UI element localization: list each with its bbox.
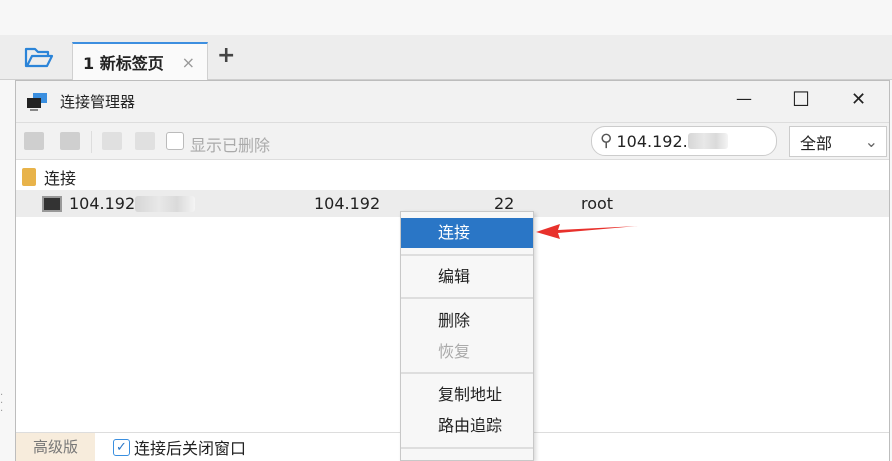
filter-value: 全部 — [800, 133, 833, 153]
tab-new[interactable]: 1 新标签页 × — [72, 42, 208, 80]
menu-item-traceroute[interactable]: 路由追踪 — [401, 411, 533, 441]
close-button[interactable]: ✕ — [851, 89, 866, 110]
context-menu: 连接 编辑 删除 恢复 复制地址 路由追踪 — [400, 211, 534, 461]
menu-separator — [401, 297, 533, 299]
new-folder-icon[interactable] — [60, 132, 80, 150]
folder-label: 连接 — [44, 168, 77, 188]
collapse-all-icon[interactable] — [102, 132, 122, 150]
toolbar: 显示已删除 ⚲ 104.192. 全部 ⌄ — [16, 123, 889, 160]
minimize-button[interactable]: — — [736, 89, 752, 108]
chevron-down-icon: ⌄ — [864, 132, 878, 151]
connection-name: 104.192 — [69, 194, 136, 213]
tab-close-icon[interactable]: × — [182, 53, 195, 72]
connection-host: 104.192 — [314, 194, 381, 213]
close-after-connect-label: 连接后关闭窗口 — [134, 439, 247, 458]
filter-select[interactable]: 全部 ⌄ — [789, 126, 887, 157]
menu-item-connect[interactable]: 连接 — [401, 218, 533, 248]
menu-item-copy-address[interactable]: 复制地址 — [401, 380, 533, 410]
open-folder-icon[interactable] — [24, 45, 54, 69]
edition-badge[interactable]: 高级版 — [16, 433, 95, 461]
search-icon: ⚲ — [600, 131, 613, 151]
red-arrow-annotation — [536, 224, 638, 239]
menu-separator — [401, 447, 533, 449]
maximize-button[interactable]: ☐ — [792, 87, 810, 111]
menu-separator — [401, 254, 533, 256]
folder-icon — [22, 167, 36, 186]
search-value: 104.192. — [616, 131, 688, 151]
show-deleted-checkbox[interactable] — [166, 132, 184, 150]
connection-user: root — [581, 194, 614, 213]
show-deleted-label: 显示已删除 — [190, 136, 271, 155]
window-title: 连接管理器 — [60, 93, 136, 111]
resize-handle-icon[interactable]: · · · — [0, 391, 3, 417]
folder-row[interactable]: 连接 — [16, 163, 889, 190]
new-connection-icon[interactable] — [24, 132, 44, 150]
menu-item-delete[interactable]: 删除 — [401, 306, 533, 336]
search-input[interactable]: ⚲ 104.192. — [591, 126, 777, 156]
redacted-text — [687, 133, 728, 149]
close-after-connect-checkbox[interactable]: ✓ — [113, 438, 130, 456]
toolbar-divider — [91, 131, 92, 153]
tab-label: 1 新标签页 — [83, 54, 164, 73]
terminal-icon — [42, 195, 62, 212]
menu-item-restore: 恢复 — [438, 342, 471, 361]
menu-separator — [401, 372, 533, 374]
add-tab-button[interactable]: + — [217, 43, 235, 68]
expand-all-icon[interactable] — [135, 132, 155, 150]
connection-manager-icon — [27, 92, 47, 111]
redacted-text — [135, 195, 196, 212]
title-bar: 连接管理器 — ☐ ✕ — [16, 81, 889, 123]
menu-item-edit[interactable]: 编辑 — [401, 262, 533, 292]
